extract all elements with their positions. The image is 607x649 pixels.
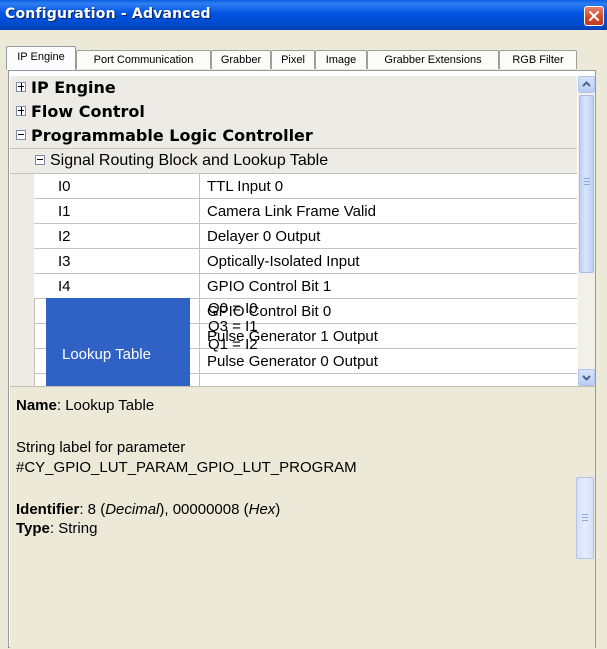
identifier-label: Identifier xyxy=(16,501,80,518)
chevron-up-icon xyxy=(582,81,591,87)
expand-icon[interactable] xyxy=(16,82,26,92)
property-value[interactable]: GPIO Control Bit 1 xyxy=(207,278,331,295)
identifier-decimal: Decimal xyxy=(105,501,160,518)
property-row[interactable]: I2 Delayer 0 Output xyxy=(10,224,577,249)
description-text-1: String label for parameter xyxy=(16,439,186,456)
column-divider xyxy=(199,274,200,299)
description-name: Name: Lookup Table xyxy=(16,397,154,414)
property-value[interactable]: Optically-Isolated Input xyxy=(207,253,360,270)
scroll-down-button[interactable] xyxy=(578,369,595,386)
tab-bar: IP Engine Port Communication Grabber Pix… xyxy=(4,44,603,70)
subcategory-label: Signal Routing Block and Lookup Table xyxy=(50,152,329,169)
close-icon xyxy=(589,11,599,21)
type-label: Type xyxy=(16,520,50,537)
identifier-hex-value: ), 00000008 ( xyxy=(159,501,249,518)
column-divider xyxy=(199,298,200,386)
column-divider xyxy=(199,249,200,274)
row-gutter xyxy=(10,224,34,249)
property-key: I3 xyxy=(58,253,71,270)
type-value: : String xyxy=(49,520,98,537)
column-divider xyxy=(199,174,200,199)
tab-image[interactable]: Image xyxy=(315,50,367,69)
property-value[interactable]: TTL Input 0 xyxy=(207,178,283,195)
property-key: I1 xyxy=(58,203,71,220)
category-label: Flow Control xyxy=(31,102,145,121)
scroll-up-button[interactable] xyxy=(578,76,595,93)
identifier-end: ) xyxy=(275,501,281,518)
category-label: IP Engine xyxy=(31,78,116,97)
tab-grabber-extensions[interactable]: Grabber Extensions xyxy=(367,50,499,69)
row-gutter xyxy=(10,274,34,299)
category-flow-control[interactable]: Flow Control xyxy=(10,100,577,125)
tab-grabber[interactable]: Grabber xyxy=(211,50,271,69)
lookup-line: Q1 = I2 xyxy=(208,336,258,353)
property-row[interactable]: I1 Camera Link Frame Valid xyxy=(10,199,577,224)
row-gutter xyxy=(10,199,34,224)
property-value[interactable]: Delayer 0 Output xyxy=(207,228,320,245)
identifier-value: : 8 ( xyxy=(79,501,106,518)
lookup-line: Q3 = I1 xyxy=(208,318,258,335)
description-pane: Name: Lookup Table String label for para… xyxy=(10,386,595,649)
window-title: Configuration - Advanced xyxy=(5,6,211,22)
property-row[interactable]: I3 Optically-Isolated Input xyxy=(10,249,577,274)
property-key: I2 xyxy=(58,228,71,245)
property-row[interactable]: I0 TTL Input 0 xyxy=(10,174,577,199)
tab-rgb-filter[interactable]: RGB Filter xyxy=(499,50,577,69)
lookup-line: Q0 = I0 xyxy=(208,300,258,317)
category-label: Programmable Logic Controller xyxy=(31,126,313,145)
description-type: Type: String xyxy=(16,520,97,537)
property-key: I4 xyxy=(58,278,71,295)
name-label: Name xyxy=(16,397,57,414)
row-gutter xyxy=(10,174,34,199)
close-button[interactable] xyxy=(584,6,604,26)
lookup-key-selected[interactable] xyxy=(46,298,190,386)
collapse-icon[interactable] xyxy=(16,130,26,140)
collapse-icon[interactable] xyxy=(35,155,45,165)
tab-port-communication[interactable]: Port Communication xyxy=(76,50,211,69)
row-divider xyxy=(34,298,35,386)
column-divider xyxy=(199,199,200,224)
row-gutter xyxy=(10,298,34,386)
column-divider xyxy=(199,224,200,249)
row-gutter xyxy=(10,249,34,274)
description-scroll-thumb[interactable] xyxy=(576,477,594,559)
lookup-value[interactable]: Q0 = I0 Q3 = I1 Q1 = I2 xyxy=(208,300,258,354)
scroll-thumb[interactable] xyxy=(579,95,594,273)
property-value[interactable]: Camera Link Frame Valid xyxy=(207,203,376,220)
lookup-key: Lookup Table xyxy=(62,346,151,363)
property-row[interactable]: I4 GPIO Control Bit 1 xyxy=(10,274,577,299)
chevron-down-icon xyxy=(582,375,591,381)
tab-pixel[interactable]: Pixel xyxy=(271,50,315,69)
subcategory-signal-routing[interactable]: Signal Routing Block and Lookup Table xyxy=(10,149,577,174)
name-value: : Lookup Table xyxy=(56,397,155,414)
description-identifier: Identifier: 8 (Decimal), 00000008 (Hex) xyxy=(16,501,280,518)
property-key: I0 xyxy=(58,178,71,195)
identifier-hex: Hex xyxy=(248,501,276,518)
tab-ip-engine[interactable]: IP Engine xyxy=(6,46,76,70)
category-ip-engine[interactable]: IP Engine xyxy=(10,76,577,101)
grid-vertical-scrollbar[interactable] xyxy=(578,76,595,386)
category-plc[interactable]: Programmable Logic Controller xyxy=(10,124,577,149)
expand-icon[interactable] xyxy=(16,106,26,116)
description-text-2: #CY_GPIO_LUT_PARAM_GPIO_LUT_PROGRAM xyxy=(16,459,357,476)
title-bar: Configuration - Advanced xyxy=(0,0,607,30)
